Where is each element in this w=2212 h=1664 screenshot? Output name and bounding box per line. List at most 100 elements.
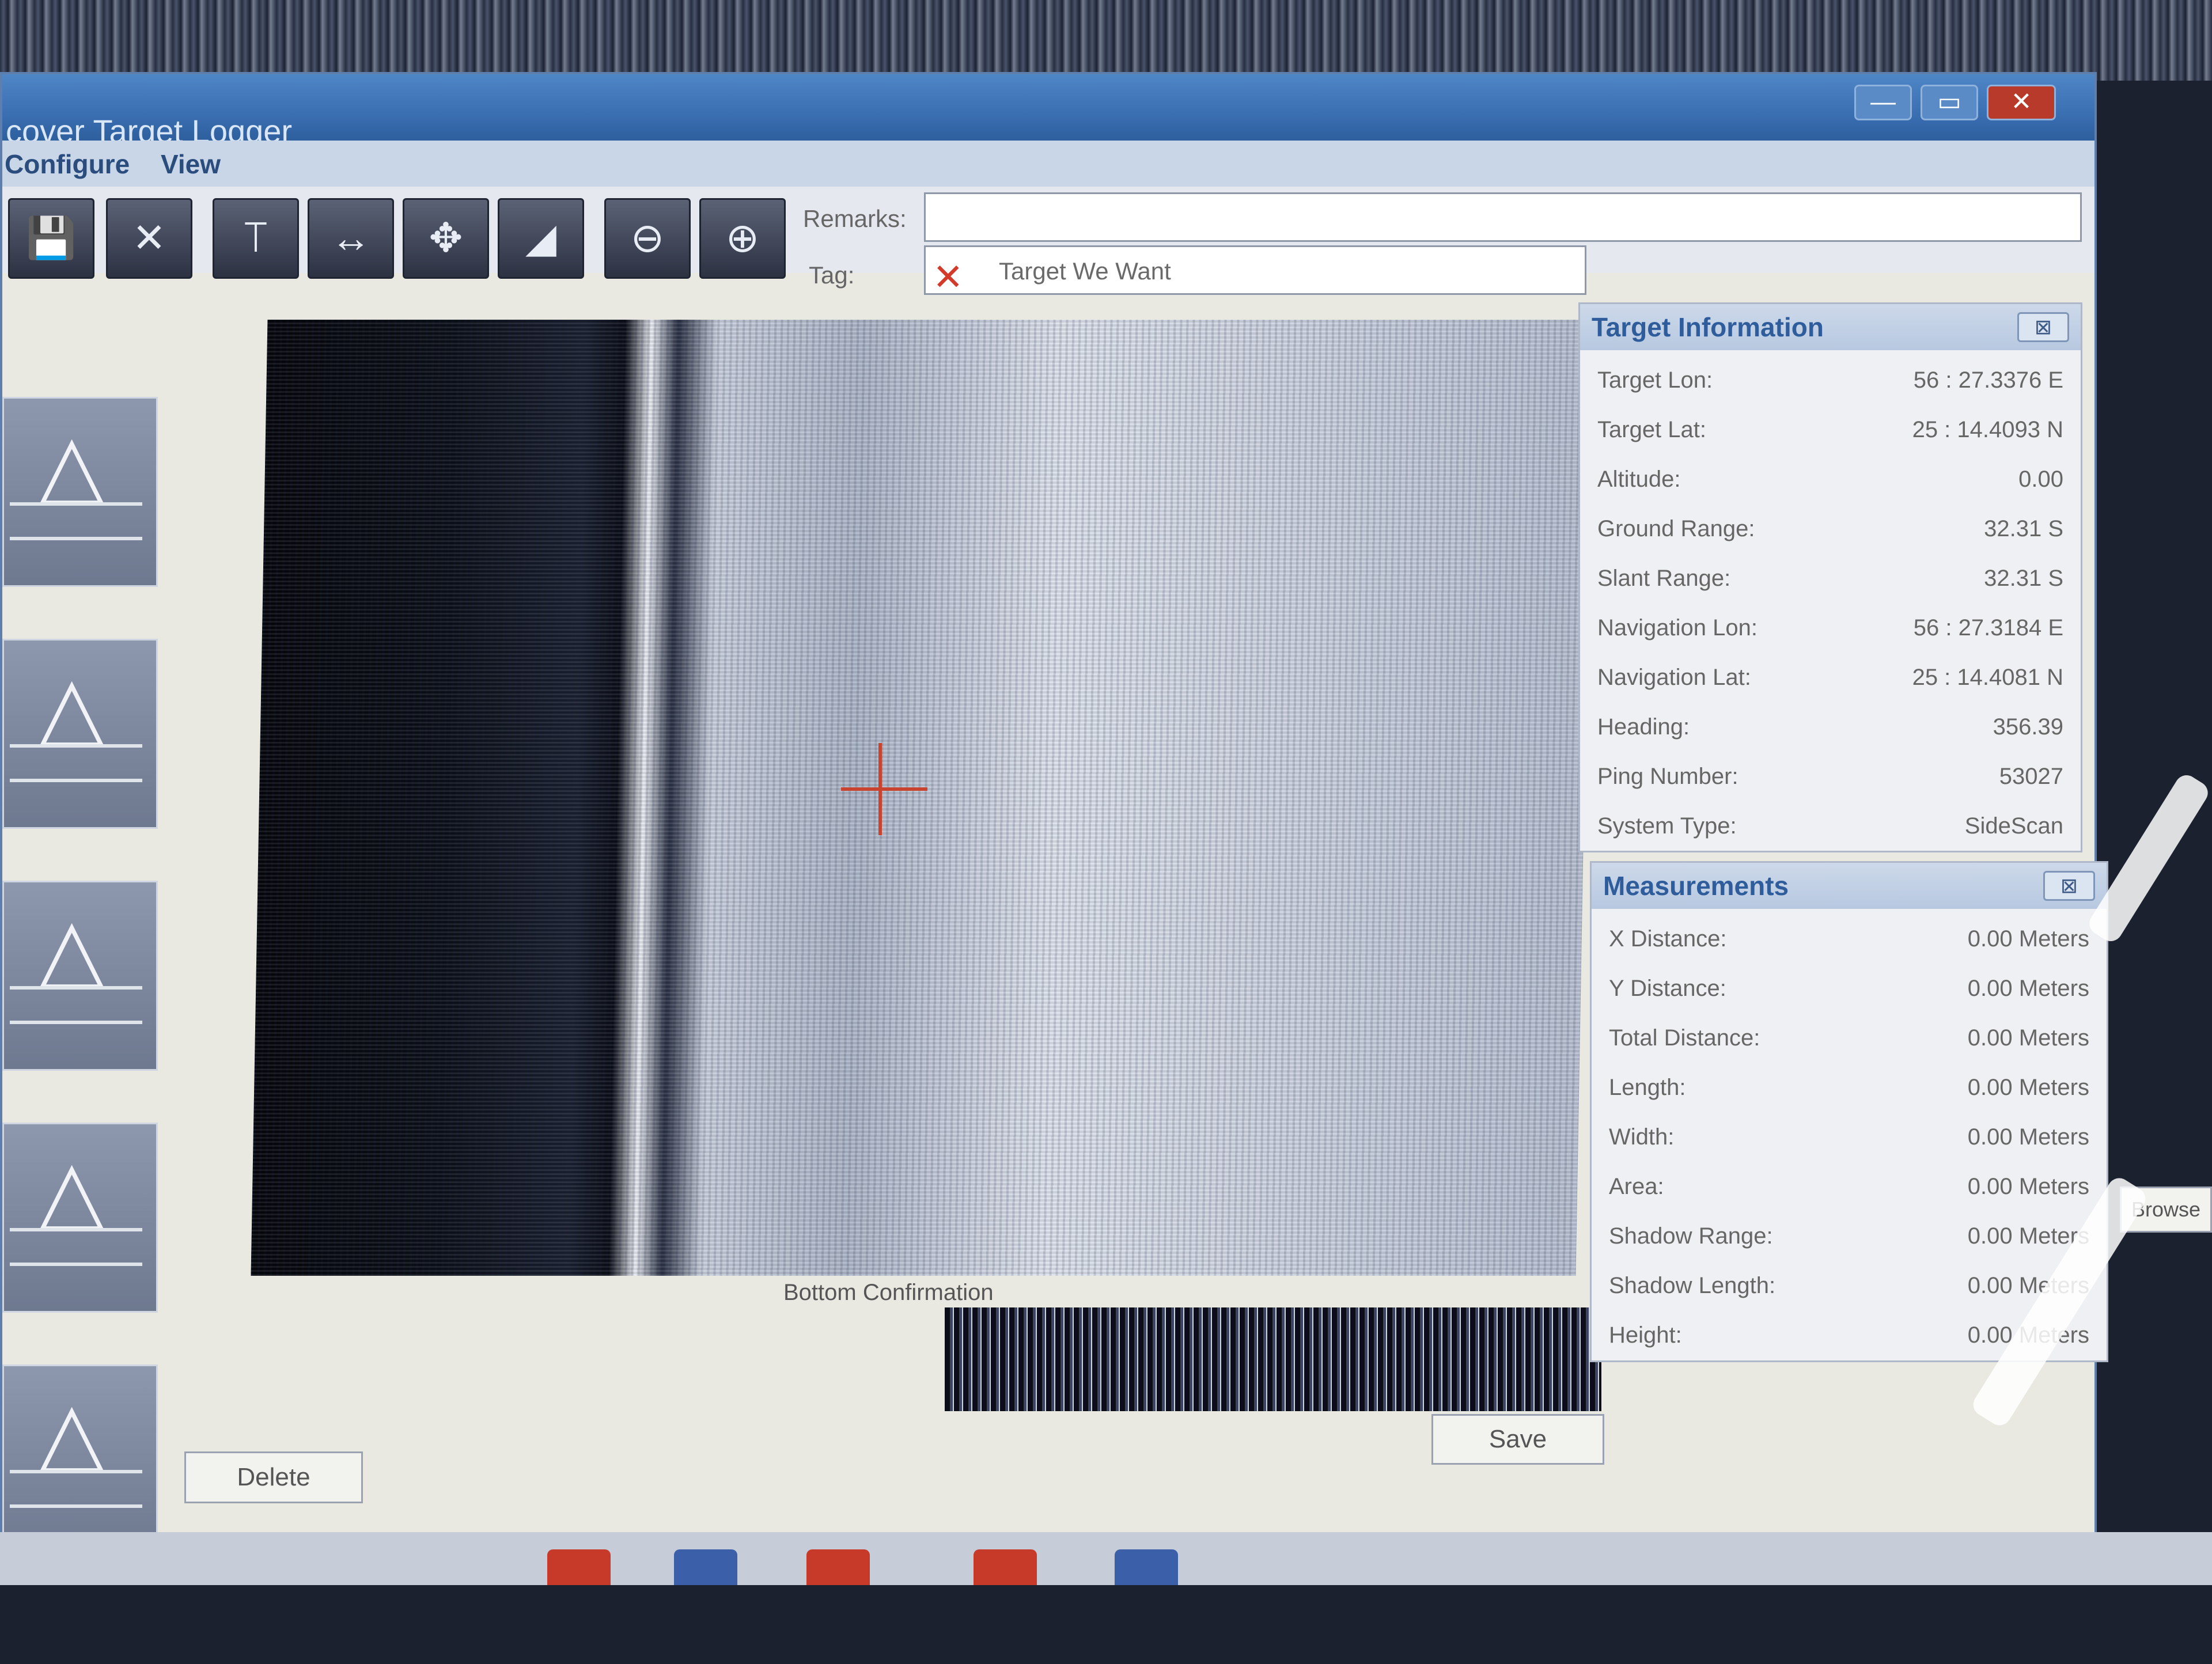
sonar-image-view[interactable] bbox=[251, 320, 1593, 1276]
target-thumbnail[interactable]: △ bbox=[2, 1364, 158, 1555]
row-label: Length: bbox=[1609, 1075, 1686, 1100]
row-value: 56 : 27.3184 E bbox=[1913, 615, 2063, 640]
row-value: 0.00 Meters bbox=[1967, 1025, 2089, 1051]
target-marker-icon: △ bbox=[39, 1384, 105, 1481]
minimize-button[interactable]: — bbox=[1854, 85, 1912, 120]
info-row: Navigation Lat: 25 : 14.4081 N bbox=[1597, 653, 2063, 703]
close-button[interactable]: ✕ bbox=[1987, 85, 2056, 120]
row-value: 0.00 Meters bbox=[1967, 1174, 2089, 1199]
row-label: Slant Range: bbox=[1597, 566, 1731, 591]
info-row: Slant Range: 32.31 S bbox=[1597, 554, 2063, 604]
row-label: Width: bbox=[1609, 1124, 1675, 1150]
target-icon[interactable] bbox=[674, 1549, 737, 1585]
info-row: Y Distance: 0.00 Meters bbox=[1609, 964, 2089, 1014]
tag-label: Tag: bbox=[809, 261, 855, 289]
ruler-icon[interactable]: ◢ bbox=[498, 198, 584, 279]
info-row: X Distance: 0.00 Meters bbox=[1609, 915, 2089, 964]
maximize-button[interactable]: ▭ bbox=[1921, 85, 1978, 120]
remarks-label: Remarks: bbox=[803, 205, 907, 232]
info-row: Total Distance: 0.00 Meters bbox=[1609, 1014, 2089, 1063]
row-label: Ping Number: bbox=[1597, 764, 1738, 789]
delete-button[interactable]: Delete bbox=[184, 1451, 363, 1503]
row-value: 0.00 bbox=[2018, 467, 2063, 492]
panel-close-icon[interactable]: ⊠ bbox=[2043, 871, 2095, 901]
horizontal-measure-icon[interactable]: ↔ bbox=[308, 198, 394, 279]
zoom-in-icon[interactable]: ⊕ bbox=[699, 198, 786, 279]
row-label: Shadow Length: bbox=[1609, 1273, 1776, 1298]
screen-glare bbox=[2085, 771, 2212, 946]
measurements-panel: Measurements ⊠ X Distance: 0.00 Meters Y D… bbox=[1590, 861, 2108, 1362]
menu-bar: Configure View bbox=[2, 141, 2094, 187]
row-value: 25 : 14.4093 N bbox=[1912, 417, 2063, 442]
taskbar bbox=[0, 1532, 2212, 1585]
bottom-confirmation-label: Bottom Confirmation bbox=[783, 1280, 994, 1305]
info-row: Length: 0.00 Meters bbox=[1609, 1063, 2089, 1113]
info-row: Width: 0.00 Meters bbox=[1609, 1113, 2089, 1162]
row-label: Ground Range: bbox=[1597, 516, 1755, 541]
save-button[interactable]: Save bbox=[1431, 1414, 1604, 1465]
background-desktop bbox=[0, 0, 2212, 81]
row-label: System Type: bbox=[1597, 813, 1737, 839]
vertical-measure-icon[interactable]: ⟙ bbox=[213, 198, 299, 279]
move-icon[interactable]: ✥ bbox=[403, 198, 489, 279]
row-label: Height: bbox=[1609, 1322, 1682, 1348]
info-row: System Type: SideScan bbox=[1597, 802, 2063, 851]
target-thumbnail[interactable]: △ bbox=[2, 881, 158, 1071]
info-row: Navigation Lon: 56 : 27.3184 E bbox=[1597, 604, 2063, 653]
info-row: Heading: 356.39 bbox=[1597, 703, 2063, 752]
tag-value: Target We Want bbox=[999, 257, 1171, 285]
remarks-input[interactable] bbox=[924, 192, 2082, 242]
row-label: Navigation Lat: bbox=[1597, 665, 1751, 690]
target-thumbnail[interactable]: △ bbox=[2, 397, 158, 587]
info-row: Altitude: 0.00 bbox=[1597, 455, 2063, 505]
target-thumbnail[interactable]: △ bbox=[2, 639, 158, 829]
row-label: Heading: bbox=[1597, 714, 1690, 740]
panel-title: Target Information bbox=[1580, 304, 2081, 350]
tag-clear-icon[interactable]: ✕ bbox=[933, 256, 964, 299]
menu-view[interactable]: View bbox=[161, 149, 221, 180]
target-marker-icon: △ bbox=[39, 1142, 105, 1239]
target-marker-icon: △ bbox=[39, 658, 105, 755]
row-value: 0.00 Meters bbox=[1967, 926, 2089, 952]
panel-title: Measurements bbox=[1592, 863, 2107, 909]
row-label: Altitude: bbox=[1597, 467, 1681, 492]
delete-x-icon[interactable]: ✕ bbox=[106, 198, 192, 279]
row-label: Y Distance: bbox=[1609, 976, 1726, 1001]
zoom-out-icon[interactable]: ⊖ bbox=[604, 198, 691, 279]
target-crosshair bbox=[841, 787, 927, 791]
row-value: 53027 bbox=[1999, 764, 2063, 789]
info-row: Ground Range: 32.31 S bbox=[1597, 505, 2063, 554]
panel-close-icon[interactable]: ⊠ bbox=[2017, 312, 2069, 342]
row-value: 56 : 27.3376 E bbox=[1913, 367, 2063, 393]
target-icon[interactable] bbox=[1115, 1549, 1178, 1585]
row-value: 25 : 14.4081 N bbox=[1912, 665, 2063, 690]
row-label: Target Lon: bbox=[1597, 367, 1713, 393]
buoy-icon[interactable] bbox=[547, 1549, 611, 1585]
row-value: 0.00 Meters bbox=[1967, 1124, 2089, 1150]
save-icon[interactable]: 💾 bbox=[8, 198, 94, 279]
info-row: Ping Number: 53027 bbox=[1597, 752, 2063, 802]
row-value: 32.31 S bbox=[1984, 516, 2063, 541]
buoy-icon[interactable] bbox=[974, 1549, 1037, 1585]
menu-configure[interactable]: Configure bbox=[5, 149, 130, 180]
info-row: Shadow Length: 0.00 Meters bbox=[1609, 1261, 2089, 1311]
row-label: Area: bbox=[1609, 1174, 1664, 1199]
row-value: 32.31 S bbox=[1984, 566, 2063, 591]
target-crosshair-vertical bbox=[878, 743, 882, 835]
target-thumbnail[interactable]: △ bbox=[2, 1123, 158, 1313]
title-bar[interactable]: cover Target Logger — ▭ ✕ bbox=[2, 74, 2094, 149]
info-row: Area: 0.00 Meters bbox=[1609, 1162, 2089, 1212]
target-marker-icon: △ bbox=[39, 900, 105, 997]
row-value: 356.39 bbox=[1993, 714, 2063, 740]
target-marker-icon: △ bbox=[39, 416, 105, 513]
row-label: Navigation Lon: bbox=[1597, 615, 1758, 640]
row-value: SideScan bbox=[1964, 813, 2063, 839]
row-value: 0.00 Meters bbox=[1967, 976, 2089, 1001]
row-label: Total Distance: bbox=[1609, 1025, 1760, 1051]
buoy-icon[interactable] bbox=[806, 1549, 870, 1585]
bottom-confirmation-image bbox=[945, 1307, 1601, 1411]
info-row: Target Lon: 56 : 27.3376 E bbox=[1597, 356, 2063, 405]
target-information-panel: Target Information ⊠ Target Lon: 56 : 27.… bbox=[1578, 302, 2082, 852]
row-label: Target Lat: bbox=[1597, 417, 1707, 442]
row-value: 0.00 Meters bbox=[1967, 1075, 2089, 1100]
